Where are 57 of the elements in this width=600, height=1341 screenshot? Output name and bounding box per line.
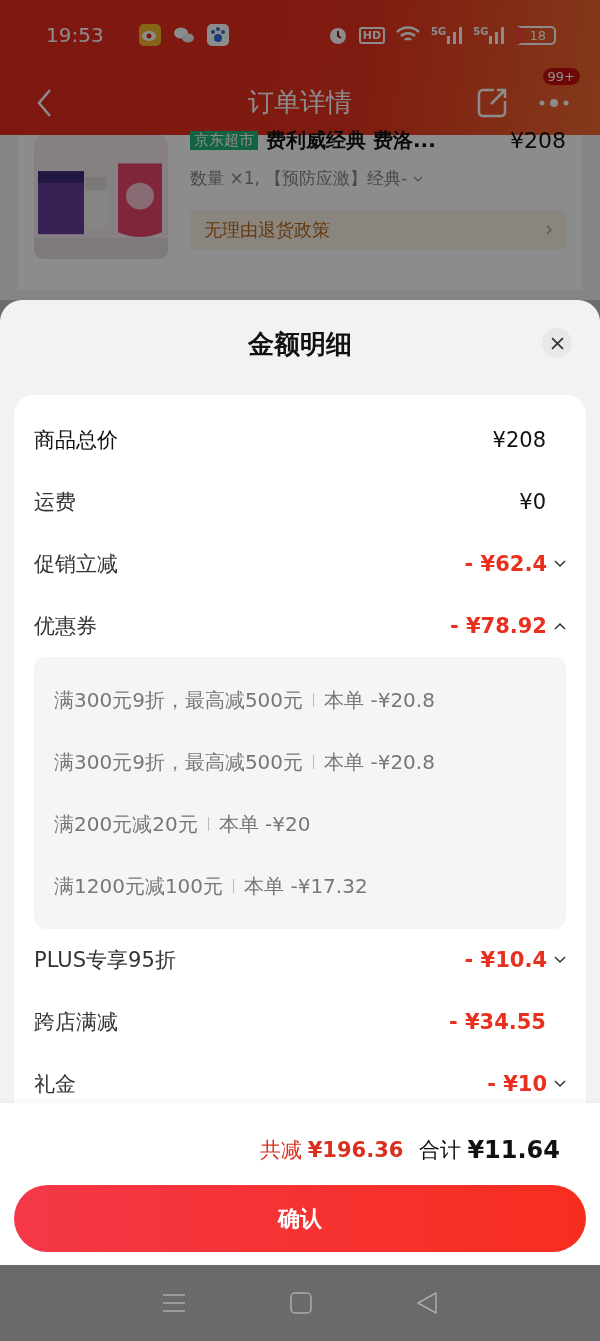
total-amount: ¥11.64	[467, 1135, 560, 1164]
product-title[interactable]: 费利威经典 费洛...	[266, 126, 436, 154]
saved-amount: ¥196.36	[307, 1137, 404, 1162]
chevron-down-icon	[413, 175, 424, 182]
coupon-amount: 本单 -¥17.32	[244, 872, 368, 900]
price-amount: - ¥10.4	[464, 948, 547, 972]
chevron-down-icon[interactable]	[554, 560, 566, 568]
coupon-rule: 满1200元减100元	[54, 872, 224, 900]
close-button[interactable]	[542, 328, 572, 358]
price-amount: - ¥34.55	[448, 1010, 546, 1034]
price-label: 促销立减	[34, 551, 119, 578]
price-amount: ¥0	[519, 490, 546, 514]
coupon-rule: 满300元9折，最高减500元	[54, 686, 304, 714]
saved-label: 共减	[259, 1136, 302, 1164]
network-type-label: 5G	[473, 26, 489, 37]
price-amount: ¥208	[492, 428, 546, 452]
coupon-rule: 满300元9折，最高减500元	[54, 748, 304, 776]
coupon-rule: 满200元减20元	[54, 810, 198, 838]
chevron-down-icon[interactable]	[554, 956, 566, 964]
back-icon[interactable]	[36, 87, 52, 118]
price-amount: - ¥10	[487, 1072, 547, 1096]
home-icon[interactable]	[290, 1292, 312, 1314]
notification-badge: 99+	[542, 67, 580, 85]
network-type-label: 5G	[431, 26, 447, 37]
price-label: 运费	[34, 489, 77, 516]
menu-icon[interactable]	[162, 1294, 185, 1312]
coupon-amount: 本单 -¥20	[218, 810, 311, 838]
price-label: 商品总价	[34, 427, 119, 454]
signal-icon	[447, 26, 464, 44]
coupon-amount: 本单 -¥20.8	[324, 748, 435, 776]
chevron-right-icon	[546, 225, 552, 235]
price-label: 礼金	[34, 1071, 77, 1098]
price-label: PLUS专享95折	[34, 947, 177, 974]
coupon-amount: 本单 -¥20.8	[324, 686, 435, 714]
status-time: 19:53	[46, 23, 104, 47]
page-title: 订单详情	[248, 86, 352, 119]
price-amount: - ¥78.92	[449, 614, 547, 638]
chevron-up-icon[interactable]	[554, 622, 566, 630]
price-label: 优惠券	[34, 613, 98, 640]
sheet-title: 金额明细	[248, 328, 352, 361]
close-icon	[550, 336, 564, 350]
chevron-down-icon[interactable]	[554, 1080, 566, 1088]
total-label: 合计	[419, 1136, 462, 1164]
app-notification-icon	[137, 23, 162, 47]
battery-indicator: 18	[515, 25, 556, 45]
share-icon[interactable]	[476, 86, 508, 119]
price-amount: - ¥62.4	[464, 552, 547, 576]
signal-icon	[489, 26, 506, 44]
product-price: ¥208	[510, 127, 566, 153]
back-triangle-icon[interactable]	[417, 1292, 438, 1314]
product-spec: 数量 ×1, 【预防应激】经典-	[190, 167, 408, 190]
hd-indicator: HD	[358, 26, 386, 44]
more-icon[interactable]	[538, 97, 570, 108]
confirm-button[interactable]: 确认	[14, 1185, 586, 1252]
paw-app-icon	[205, 23, 230, 47]
return-policy-link[interactable]: 无理由退货政策	[190, 210, 566, 250]
price-label: 跨店满减	[34, 1009, 119, 1036]
